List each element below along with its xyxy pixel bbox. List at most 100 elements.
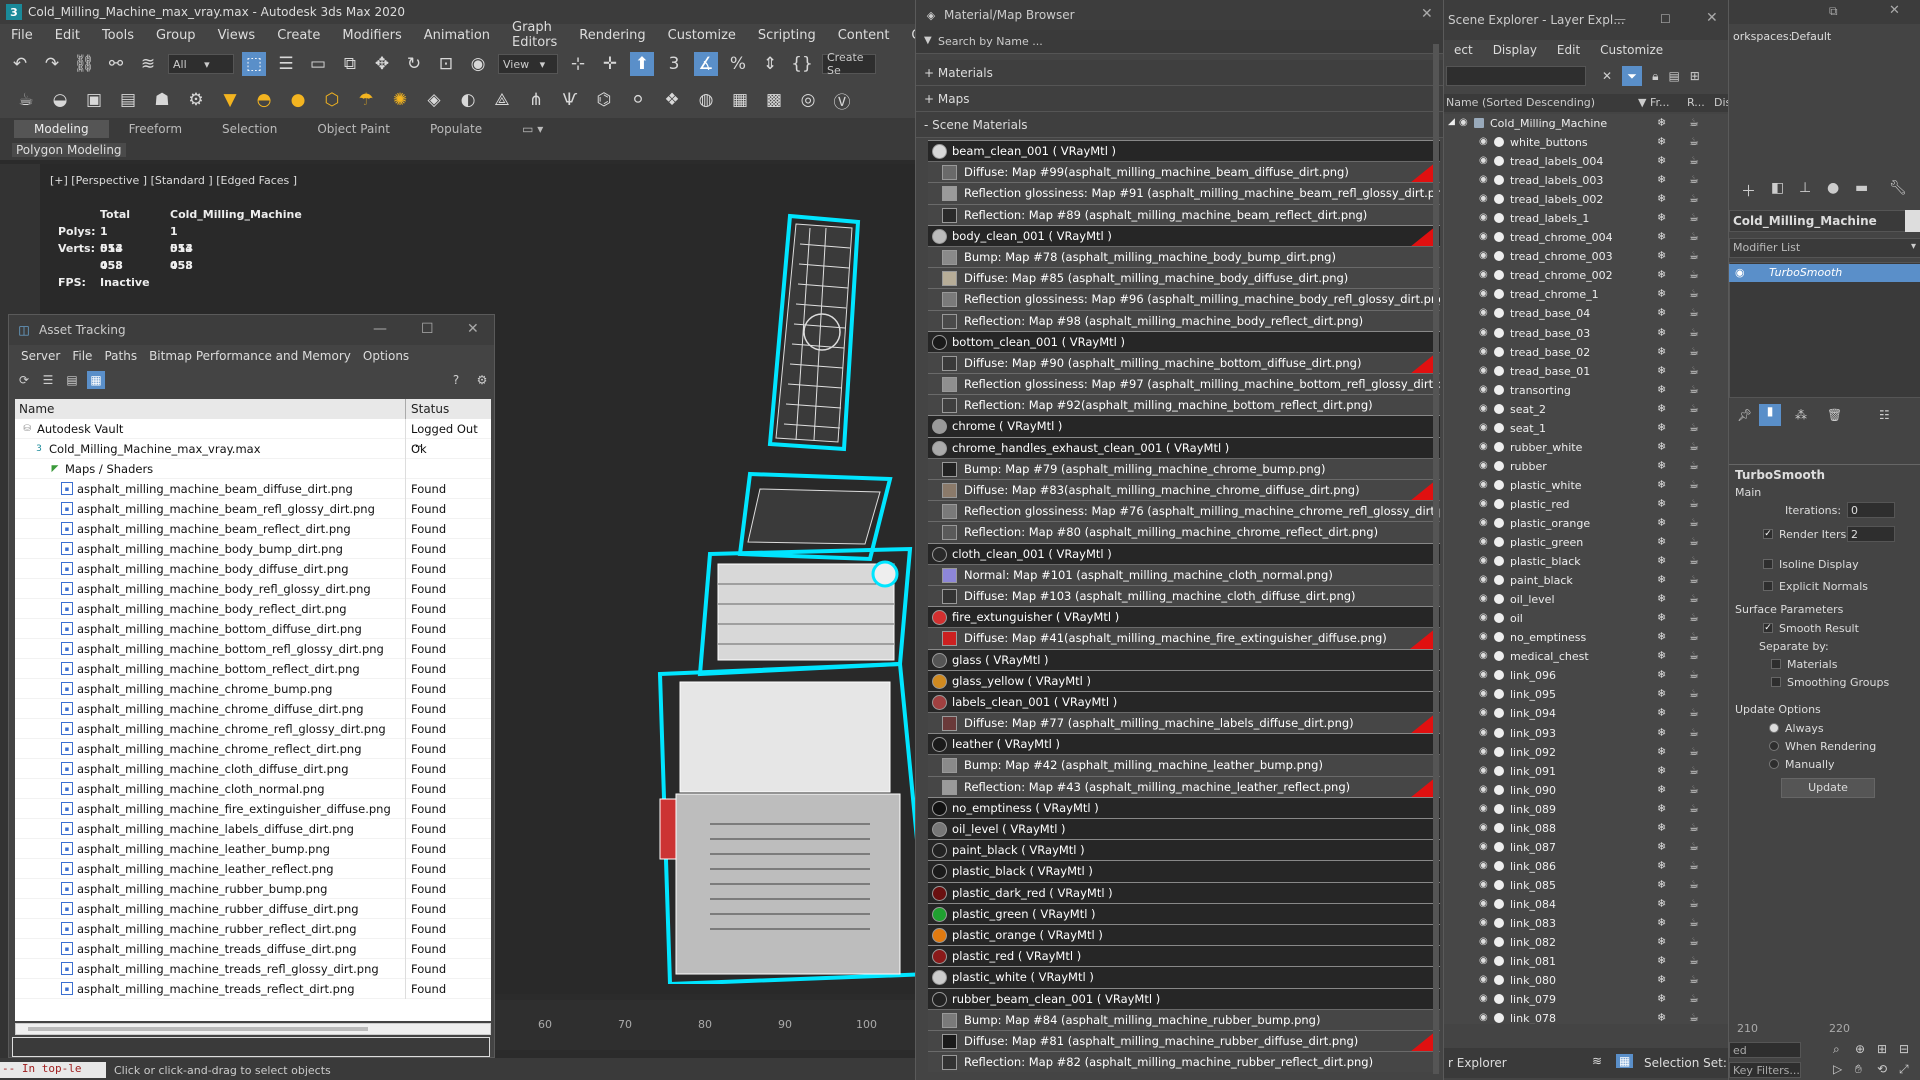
table-row[interactable]: ▪ asphalt_milling_machine_body_refl_gloss…	[15, 579, 491, 599]
table-row[interactable]: ▪ asphalt_milling_machine_beam_refl_gloss…	[15, 499, 491, 519]
move-icon[interactable]: ✥	[370, 52, 394, 76]
material-item[interactable]: glass ( VRayMtl )	[928, 648, 1440, 670]
material-item[interactable]: rubber_beam_clean_001 ( VRayMtl )	[928, 987, 1440, 1009]
freeze-icon[interactable]: ❄	[1657, 745, 1666, 758]
eye-icon[interactable]: ◉	[1479, 841, 1491, 853]
close-icon[interactable]: ✕	[1706, 10, 1718, 26]
map-item[interactable]: Reflection: Map #89 (asphalt_milling_mac…	[928, 203, 1440, 225]
map-item[interactable]: Diffuse: Map #99(asphalt_milling_machine…	[928, 161, 1440, 184]
scene-search-input[interactable]	[1446, 66, 1586, 86]
scene-object-item[interactable]: ◉ plastic_red ❄ ☕	[1444, 495, 1729, 514]
eye-icon[interactable]: ◉	[1479, 727, 1491, 739]
detail-view-icon[interactable]: ▤	[63, 371, 81, 389]
freeze-icon[interactable]: ❄	[1657, 116, 1666, 129]
undo-icon[interactable]: ↶	[8, 52, 32, 76]
eye-icon[interactable]: ◉	[1479, 746, 1491, 758]
isoline-checkbox[interactable]	[1763, 559, 1773, 569]
percent-snap-icon[interactable]: %	[726, 52, 750, 76]
renderable-teapot-icon[interactable]: ☕	[1689, 573, 1699, 586]
freeze-icon[interactable]: ❄	[1657, 649, 1666, 662]
renderable-teapot-icon[interactable]: ☕	[1689, 668, 1699, 681]
pivot-icon[interactable]: ⊹	[566, 52, 590, 76]
material-item[interactable]: body_clean_001 ( VRayMtl )	[928, 224, 1440, 247]
table-row[interactable]: ▪ asphalt_milling_machine_fire_extinguish…	[15, 799, 491, 819]
scene-object-item[interactable]: ◉ tread_chrome_004 ❄ ☕	[1444, 228, 1729, 247]
scene-object-item[interactable]: ◉ link_096 ❄ ☕	[1444, 666, 1729, 685]
freeze-icon[interactable]: ❄	[1657, 878, 1666, 891]
close-icon[interactable]: ✕	[1889, 3, 1900, 18]
time-ruler[interactable]: 60 70 80 90 100	[450, 1000, 920, 1050]
scene-object-item[interactable]: ◉ link_080 ❄ ☕	[1444, 971, 1729, 990]
scene-object-item[interactable]: ◉ seat_1 ❄ ☕	[1444, 419, 1729, 438]
renderable-teapot-icon[interactable]: ☕	[1689, 154, 1699, 167]
create-tab-icon[interactable]: ＋	[1741, 180, 1756, 201]
eye-icon[interactable]: ◉	[1459, 117, 1471, 129]
eye-icon[interactable]: ◉	[1479, 517, 1491, 529]
map-item[interactable]: Reflection: Map #43 (asphalt_milling_mac…	[928, 775, 1440, 798]
table-row[interactable]: ▪ asphalt_milling_machine_rubber_reflect_…	[15, 919, 491, 939]
object-color-swatch[interactable]	[1905, 210, 1920, 232]
renderable-teapot-icon[interactable]: ☕	[1689, 802, 1699, 815]
freeze-icon[interactable]: ❄	[1657, 726, 1666, 739]
eye-icon[interactable]: ◉	[1479, 803, 1491, 815]
scene-object-item[interactable]: ◉ link_091 ❄ ☕	[1444, 762, 1729, 781]
eye-icon[interactable]: ◉	[1479, 707, 1491, 719]
display-tab-icon[interactable]: ▬	[1855, 180, 1868, 196]
filter-icon[interactable]: ⏷	[1622, 66, 1643, 86]
freeze-icon[interactable]: ❄	[1657, 478, 1666, 491]
smoothing-groups-checkbox[interactable]	[1771, 677, 1781, 687]
renderable-teapot-icon[interactable]: ☕	[1689, 516, 1699, 529]
renderable-teapot-icon[interactable]: ☕	[1689, 249, 1699, 262]
materials-checkbox[interactable]	[1771, 659, 1781, 669]
freeze-icon[interactable]: ❄	[1657, 630, 1666, 643]
material-item[interactable]: plastic_white ( VRayMtl )	[928, 966, 1440, 988]
freeze-icon[interactable]: ❄	[1657, 192, 1666, 205]
render-setup-icon[interactable]: ▣	[82, 88, 106, 112]
map-item[interactable]: Reflection: Map #98 (asphalt_milling_mac…	[928, 309, 1440, 331]
eye-icon[interactable]: ◉	[1479, 650, 1491, 662]
help-icon[interactable]: ?	[447, 371, 465, 389]
freeze-icon[interactable]: ❄	[1657, 249, 1666, 262]
render-iters-value[interactable]: 2	[1851, 528, 1858, 541]
vray-plane-icon[interactable]: ⟁	[490, 88, 514, 112]
map-item[interactable]: Bump: Map #84 (asphalt_milling_machine_r…	[928, 1008, 1440, 1030]
scene-menu-edit[interactable]: Edit	[1547, 43, 1590, 57]
eye-icon[interactable]: ◉	[1479, 593, 1491, 605]
map-item[interactable]: Reflection glossiness: Map #76 (asphalt_…	[928, 500, 1440, 522]
vray-sphere-icon[interactable]: ◐	[456, 88, 480, 112]
freeze-icon[interactable]: ❄	[1657, 440, 1666, 453]
renderable-teapot-icon[interactable]: ☕	[1689, 935, 1699, 948]
explicit-normals-checkbox[interactable]	[1763, 581, 1773, 591]
eye-icon[interactable]: ◉	[1479, 479, 1491, 491]
refresh-icon[interactable]: ⟳	[15, 371, 33, 389]
scene-root-item[interactable]: ◢ ◉ Cold_Milling_Machine ❄ ☕	[1444, 114, 1729, 133]
asset-menu-server[interactable]: Server	[15, 349, 66, 363]
smooth-result-checkbox[interactable]: ✓	[1763, 623, 1773, 633]
eye-icon[interactable]: ◉	[1479, 403, 1491, 415]
menu-create[interactable]: Create	[266, 28, 331, 43]
material-item[interactable]: labels_clean_001 ( VRayMtl )	[928, 690, 1440, 713]
field-of-view-icon[interactable]: ▷	[1833, 1062, 1842, 1076]
lock-icon[interactable]: 🔒︎	[1652, 69, 1658, 84]
rectangular-selection-icon[interactable]: ▭	[306, 52, 330, 76]
freeze-icon[interactable]: ❄	[1657, 402, 1666, 415]
material-item[interactable]: plastic_black ( VRayMtl )	[928, 860, 1440, 882]
map-item[interactable]: Reflection glossiness: Map #97 (asphalt_…	[928, 373, 1440, 395]
eye-icon[interactable]: ◉	[1479, 879, 1491, 891]
teapot-icon[interactable]: ☕	[14, 88, 38, 112]
eye-icon[interactable]: ◉	[1479, 307, 1491, 319]
eye-icon[interactable]: ◉	[1479, 422, 1491, 434]
turbosmooth-rollout-title[interactable]: TurboSmooth	[1735, 468, 1825, 482]
eye-icon[interactable]: ◉	[1479, 784, 1491, 796]
eye-icon[interactable]: ◉	[1479, 384, 1491, 396]
make-unique-icon[interactable]: ⁂	[1795, 408, 1807, 422]
ies-light-icon[interactable]: ☂	[354, 88, 378, 112]
freeze-icon[interactable]: ❄	[1657, 973, 1666, 986]
keyboard-shortcut-override-icon[interactable]: ⬆	[630, 52, 654, 76]
freeze-icon[interactable]: ❄	[1657, 687, 1666, 700]
column-status[interactable]: Status	[411, 402, 449, 416]
renderable-teapot-icon[interactable]: ☕	[1689, 383, 1699, 396]
scene-object-item[interactable]: ◉ tread_chrome_003 ❄ ☕	[1444, 247, 1729, 266]
scene-object-item[interactable]: ◉ link_092 ❄ ☕	[1444, 743, 1729, 762]
freeze-icon[interactable]: ❄	[1657, 268, 1666, 281]
